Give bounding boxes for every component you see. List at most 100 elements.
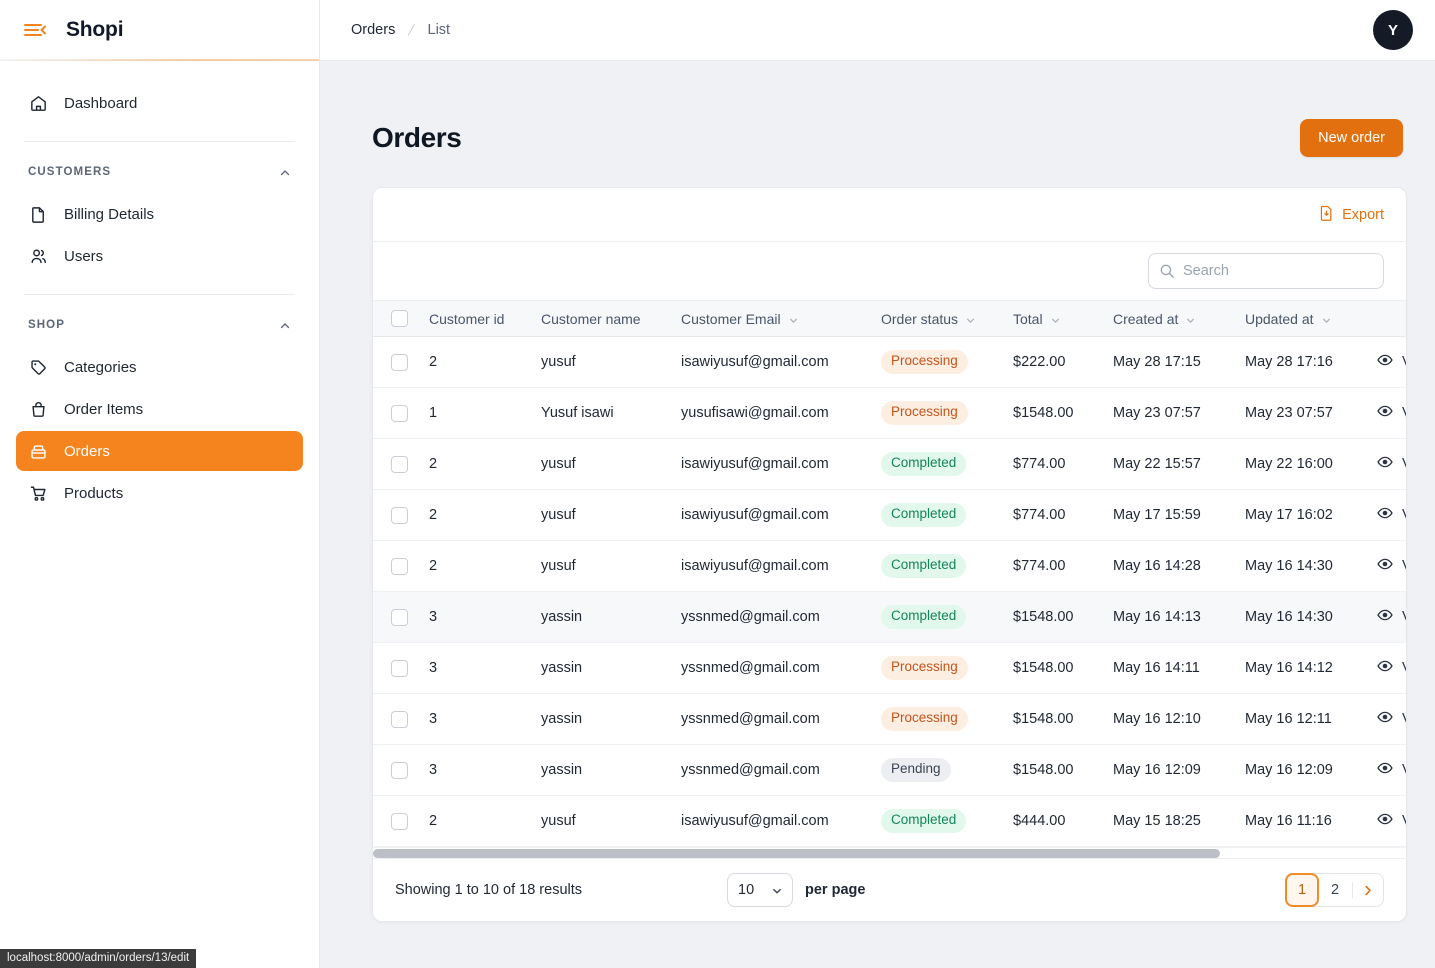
cell-actions: View <box>1369 642 1406 694</box>
table-row[interactable]: 2 yusuf isawiyusuf@gmail.com Completed $444.… <box>373 795 1406 847</box>
breadcrumb-separator: / <box>406 21 416 39</box>
sidebar-item-billing-details[interactable]: Billing Details <box>16 194 303 234</box>
column-order-status[interactable]: Order status <box>873 300 1005 337</box>
view-label: View <box>1402 354 1406 370</box>
view-button[interactable]: View <box>1377 556 1406 576</box>
table-row[interactable]: 1 Yusuf isawi yusufisawi@gmail.com Processi… <box>373 387 1406 439</box>
column-created-at[interactable]: Created at <box>1105 300 1237 337</box>
cell-total: $1548.00 <box>1005 744 1105 796</box>
sidebar: Shopi Dashboard CUSTOMERS Billing Detail… <box>0 0 320 968</box>
pagination-page-1[interactable]: 1 <box>1285 873 1319 907</box>
column-updated-at[interactable]: Updated at <box>1237 300 1369 337</box>
status-badge: Processing <box>881 707 968 731</box>
sidebar-item-categories[interactable]: Categories <box>16 347 303 387</box>
table-scroll-container[interactable]: Customer id Customer name Customer Email <box>373 300 1406 847</box>
table-row[interactable]: 3 yassin yssnmed@gmail.com Processing $1548.… <box>373 693 1406 745</box>
row-select-cell <box>373 336 421 388</box>
table-row[interactable]: 2 yusuf isawiyusuf@gmail.com Completed $774.… <box>373 438 1406 490</box>
table-row[interactable]: 3 yassin yssnmed@gmail.com Pending $1548.00 M… <box>373 744 1406 796</box>
column-customer-id[interactable]: Customer id <box>421 300 533 337</box>
view-button[interactable]: View <box>1377 607 1406 627</box>
cell-customer-name: yusuf <box>533 336 673 388</box>
cell-customer-id: 2 <box>421 540 533 592</box>
sidebar-item-label: Products <box>64 484 124 502</box>
cell-total: $222.00 <box>1005 336 1105 388</box>
sidebar-item-dashboard[interactable]: Dashboard <box>16 83 303 123</box>
sidebar-section-shop[interactable]: SHOP <box>16 303 303 347</box>
new-order-button[interactable]: New order <box>1300 119 1403 157</box>
sidebar-item-label: Categories <box>64 358 137 376</box>
table-row[interactable]: 3 yassin yssnmed@gmail.com Processing $1548.… <box>373 642 1406 694</box>
row-checkbox[interactable] <box>391 353 408 371</box>
select-all-checkbox[interactable] <box>391 310 408 327</box>
row-select-cell <box>373 744 421 796</box>
view-button[interactable]: View <box>1377 352 1406 372</box>
chevron-right-icon[interactable] <box>1353 874 1383 906</box>
cell-updated-at: May 16 14:12 <box>1237 642 1369 694</box>
eye-icon <box>1377 811 1393 831</box>
row-checkbox[interactable] <box>391 812 408 830</box>
status-badge: Completed <box>881 605 967 629</box>
sidebar-item-order-items[interactable]: Order Items <box>16 389 303 429</box>
main-area: Orders / List Y Orders New order Export … <box>320 0 1435 968</box>
cell-order-status: Completed <box>873 489 1005 541</box>
horizontal-scrollbar[interactable] <box>373 847 1406 858</box>
table-body: 2 yusuf isawiyusuf@gmail.com Processing $222… <box>373 336 1406 847</box>
cell-actions: View <box>1369 591 1406 643</box>
sidebar-nav: Dashboard CUSTOMERS Billing Details User… <box>0 61 319 515</box>
view-label: View <box>1402 405 1406 421</box>
page-content: Orders New order Export Search Customer … <box>320 61 1435 968</box>
column-customer-email[interactable]: Customer Email <box>673 300 873 337</box>
table-row[interactable]: 2 yusuf isawiyusuf@gmail.com Processing $222… <box>373 336 1406 388</box>
row-checkbox[interactable] <box>391 404 408 422</box>
view-button[interactable]: View <box>1377 403 1406 423</box>
export-button[interactable]: Export <box>1319 205 1384 225</box>
horizontal-scrollbar-thumb[interactable] <box>373 849 1221 858</box>
avatar[interactable]: Y <box>1373 10 1413 50</box>
cell-customer-id: 3 <box>421 642 533 694</box>
view-label: View <box>1402 711 1406 727</box>
sidebar-item-label: Dashboard <box>64 94 138 112</box>
status-badge: Completed <box>881 809 967 833</box>
row-checkbox[interactable] <box>391 659 408 677</box>
table-row[interactable]: 3 yassin yssnmed@gmail.com Completed $1548.0… <box>373 591 1406 643</box>
table-row[interactable]: 2 yusuf isawiyusuf@gmail.com Completed $774.… <box>373 489 1406 541</box>
cell-updated-at: May 16 14:30 <box>1237 591 1369 643</box>
sidebar-section-customers[interactable]: CUSTOMERS <box>16 150 303 194</box>
table-row[interactable]: 2 yusuf isawiyusuf@gmail.com Completed $774.… <box>373 540 1406 592</box>
cell-order-status: Processing <box>873 387 1005 439</box>
view-button[interactable]: View <box>1377 760 1406 780</box>
column-total[interactable]: Total <box>1005 300 1105 337</box>
row-checkbox[interactable] <box>391 710 408 728</box>
row-checkbox[interactable] <box>391 557 408 575</box>
view-label: View <box>1402 660 1406 676</box>
hamburger-collapse-icon[interactable] <box>24 22 46 38</box>
sidebar-item-products[interactable]: Products <box>16 473 303 513</box>
row-checkbox[interactable] <box>391 506 408 524</box>
breadcrumb-item-list[interactable]: List <box>428 22 451 38</box>
column-customer-name[interactable]: Customer name <box>533 300 673 337</box>
row-checkbox[interactable] <box>391 761 408 779</box>
search-input[interactable] <box>1149 254 1383 288</box>
status-badge: Processing <box>881 656 968 680</box>
view-button[interactable]: View <box>1377 505 1406 525</box>
row-checkbox[interactable] <box>391 608 408 626</box>
sidebar-item-users[interactable]: Users <box>16 236 303 276</box>
chevron-up-icon <box>279 166 291 178</box>
cell-created-at: May 16 14:11 <box>1105 642 1237 694</box>
view-button[interactable]: View <box>1377 454 1406 474</box>
per-page-control: 10 per page <box>727 873 865 907</box>
orders-card: Export Search Customer id Customer name … <box>372 187 1407 922</box>
view-button[interactable]: View <box>1377 811 1406 831</box>
view-button[interactable]: View <box>1377 658 1406 678</box>
breadcrumb-item-orders[interactable]: Orders <box>351 22 395 38</box>
cell-customer-email: yssnmed@gmail.com <box>673 693 873 745</box>
row-checkbox[interactable] <box>391 455 408 473</box>
per-page-label: per page <box>805 882 866 898</box>
cell-customer-email: yssnmed@gmail.com <box>673 744 873 796</box>
per-page-select[interactable]: 10 <box>727 873 794 907</box>
sidebar-item-orders[interactable]: Orders <box>16 431 303 471</box>
pagination-page-2[interactable]: 2 <box>1318 874 1352 906</box>
page-title: Orders <box>372 122 462 153</box>
view-button[interactable]: View <box>1377 709 1406 729</box>
